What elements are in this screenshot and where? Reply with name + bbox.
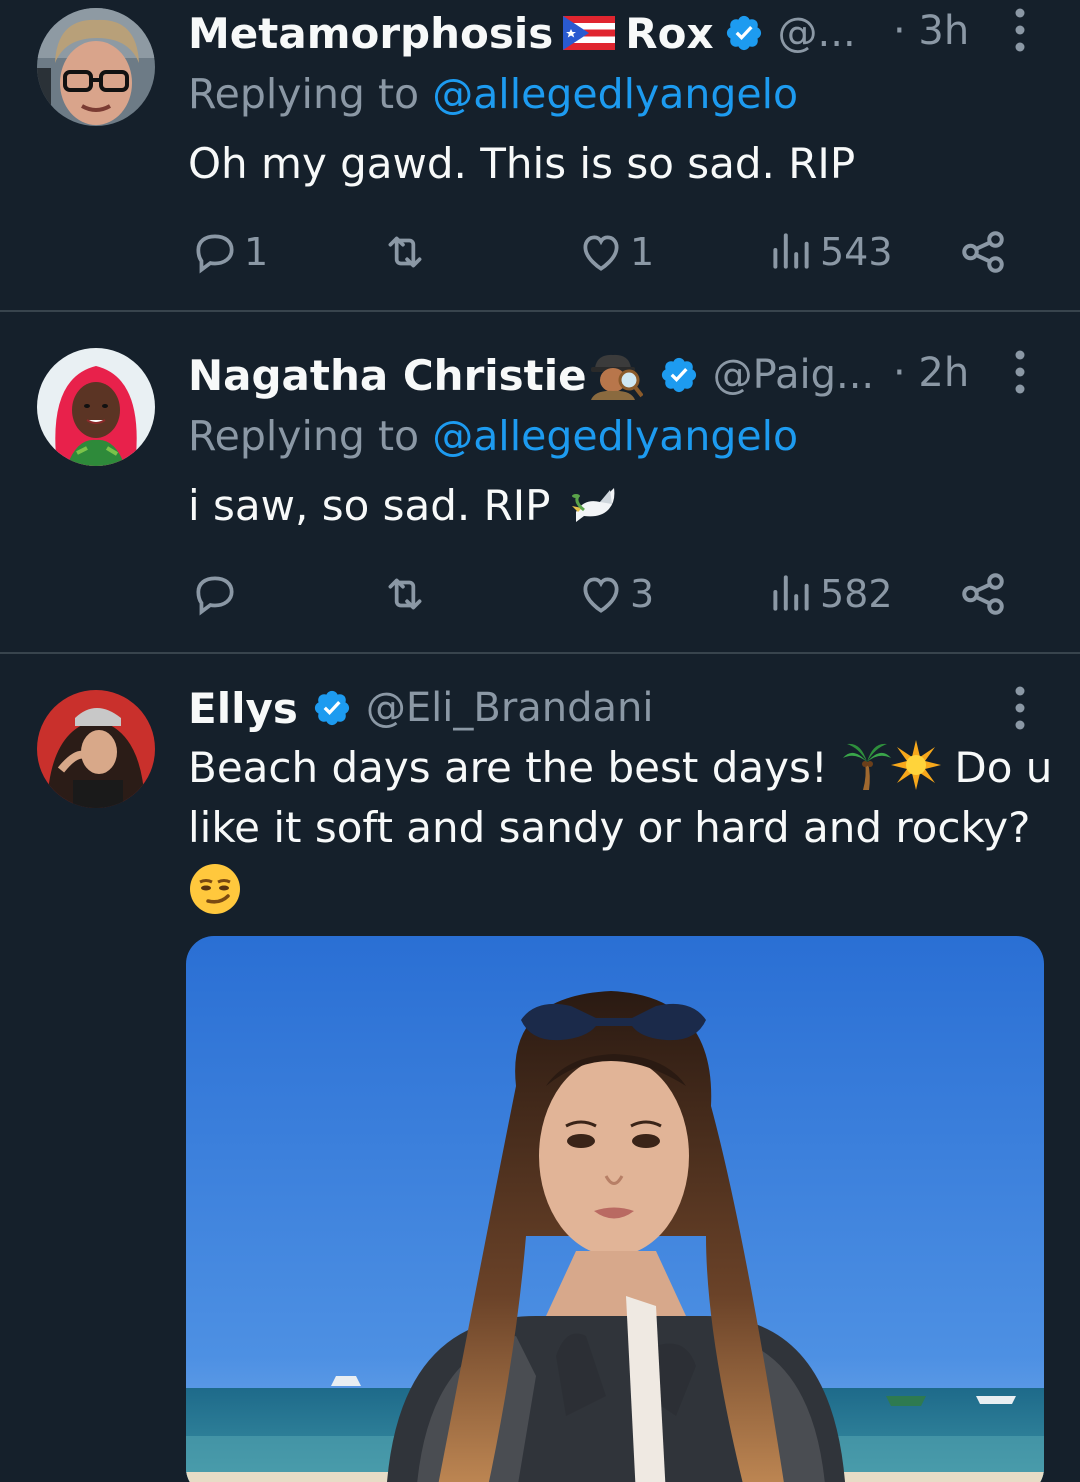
reply-button[interactable] xyxy=(190,566,244,622)
detective-emoji-icon xyxy=(587,350,644,400)
like-count: 3 xyxy=(630,572,655,616)
replying-to: Replying to @allegedlyangelo xyxy=(188,70,798,118)
tweet-1[interactable]: Metamorphosis Rox @... · 3h Replying to … xyxy=(0,0,1080,310)
tweet-text-container: i saw, so sad. RIP xyxy=(188,476,1038,536)
timestamp[interactable]: · 3h xyxy=(893,8,969,54)
tweet-actions: 1 1 543 xyxy=(188,224,1018,280)
timeline-feed: Metamorphosis Rox @... · 3h Replying to … xyxy=(0,0,1080,1482)
more-options-icon[interactable] xyxy=(1014,350,1026,394)
display-name[interactable]: Ellys xyxy=(188,684,298,733)
mention-link[interactable]: @allegedlyangelo xyxy=(432,70,798,118)
replying-prefix: Replying to xyxy=(188,70,433,118)
verified-badge-icon xyxy=(726,15,761,51)
heart-icon xyxy=(583,577,619,613)
views-chart-icon xyxy=(773,233,809,269)
user-handle[interactable]: @Paig... xyxy=(713,352,874,398)
tweet-media-image[interactable] xyxy=(186,936,1044,1482)
views-chart-icon xyxy=(773,575,809,611)
views-button[interactable]: 582 xyxy=(766,566,893,622)
tweet-header: Metamorphosis Rox @... xyxy=(188,5,856,61)
dove-emoji-icon xyxy=(570,482,624,526)
share-button[interactable] xyxy=(958,566,1008,622)
avatar[interactable] xyxy=(37,348,155,466)
tweet-text: Beach days are the best days! xyxy=(188,743,828,792)
reply-icon xyxy=(196,576,234,616)
retweet-icon xyxy=(388,578,422,610)
tweet-text-line-2: like it soft and sandy or hard and rocky… xyxy=(188,803,1031,852)
verified-badge-icon xyxy=(661,357,696,393)
tweet-text-continuation: Do u xyxy=(954,743,1053,792)
tweet-actions: 3 582 xyxy=(188,566,1018,622)
tweet-header: Nagatha Christie @Paig... xyxy=(188,347,874,403)
user-handle[interactable]: @... xyxy=(778,10,856,56)
like-count: 1 xyxy=(630,230,655,274)
sun-emoji-icon xyxy=(891,740,942,790)
verified-badge-icon xyxy=(314,690,349,726)
reply-icon xyxy=(196,234,234,274)
like-button[interactable]: 3 xyxy=(576,566,654,622)
reply-button[interactable]: 1 xyxy=(190,224,268,280)
like-button[interactable]: 1 xyxy=(576,224,654,280)
heart-icon xyxy=(583,235,619,271)
tweet-header: Ellys @Eli_Brandani xyxy=(188,680,654,736)
views-button[interactable]: 543 xyxy=(766,224,893,280)
avatar[interactable] xyxy=(37,8,155,126)
beach-photo xyxy=(186,936,1044,1482)
display-name[interactable]: Nagatha Christie xyxy=(188,351,587,400)
retweet-button[interactable] xyxy=(380,566,434,622)
display-name-suffix[interactable]: Rox xyxy=(625,9,713,58)
timestamp[interactable]: · 2h xyxy=(893,350,969,396)
replying-prefix: Replying to xyxy=(188,412,433,460)
view-count: 543 xyxy=(820,230,893,274)
retweet-icon xyxy=(388,236,422,268)
palm-tree-emoji-icon xyxy=(841,740,892,790)
more-options-icon[interactable] xyxy=(1014,8,1026,52)
reply-count: 1 xyxy=(244,230,269,274)
view-count: 582 xyxy=(820,572,893,616)
user-handle[interactable]: @Eli_Brandani xyxy=(366,685,654,731)
display-name[interactable]: Metamorphosis xyxy=(188,9,553,58)
tweet-text-line-1: Beach days are the best days! Do u xyxy=(188,738,1052,798)
tweet-text: i saw, so sad. RIP xyxy=(188,481,551,530)
share-icon xyxy=(962,231,1004,273)
puerto-rico-flag-icon xyxy=(563,16,616,50)
mention-link[interactable]: @allegedlyangelo xyxy=(432,412,798,460)
tweet-2[interactable]: Nagatha Christie @Paig... · 2h Replying … xyxy=(0,312,1080,652)
share-button[interactable] xyxy=(958,224,1008,280)
smirk-emoji-icon xyxy=(188,862,242,916)
tweet-text: Oh my gawd. This is so sad. RIP xyxy=(188,139,856,188)
more-options-icon[interactable] xyxy=(1014,686,1026,730)
avatar[interactable] xyxy=(37,690,155,808)
replying-to: Replying to @allegedlyangelo xyxy=(188,412,798,460)
tweet-text-container: Beach days are the best days! Do u like … xyxy=(188,738,1052,916)
share-icon xyxy=(962,573,1004,615)
retweet-button[interactable] xyxy=(380,224,434,280)
